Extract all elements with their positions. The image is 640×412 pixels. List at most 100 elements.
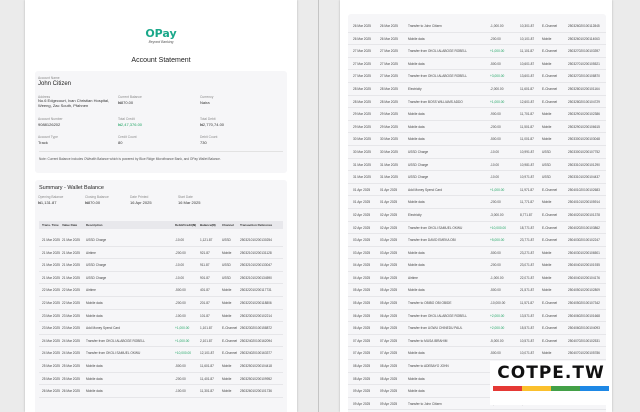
cell-amount: -200.00 (490, 124, 501, 129)
cell-balance: 11,601.87 (200, 363, 214, 368)
cell-reference: 250407020100102531 (568, 338, 600, 343)
cell-channel: E-Channel (542, 301, 558, 306)
cell-reference: 250405020100107342 (568, 301, 600, 306)
cell-trans-time: 23 Mar 2025 (42, 313, 60, 318)
cell-description: Mobile data (408, 137, 425, 142)
cell-reference: 250323020100158872 (240, 326, 272, 331)
cell-value-date: 21 Mar 2025 (62, 250, 80, 255)
cell-description: USSD Charge (408, 149, 429, 154)
cell-trans-time: 30 Mar 2025 (353, 149, 371, 154)
cell-amount: +2,000.00 (490, 313, 505, 318)
transactions-table-body-continued: 26 Mar 2025 26 Mar 2025 Transfer to John C… (348, 20, 606, 411)
cell-trans-time: 07 Apr 2025 (353, 338, 371, 343)
cell-channel: USSD (542, 162, 551, 167)
cell-value-date: 26 Mar 2025 (380, 36, 398, 41)
cell-value-date: 29 Mar 2025 (380, 124, 398, 129)
cell-amount: -500.00 (175, 288, 186, 293)
wallet-summary-card: Summary - Wallet Balance Opening Balance… (35, 180, 287, 412)
cell-value-date: 03 Apr 2025 (380, 238, 398, 243)
cell-reference: 250321010200133047 (240, 263, 272, 268)
table-row: 27 Mar 2025 27 Mar 2025 Transfer from OKOL… (348, 45, 606, 58)
table-row: 21 Mar 2025 21 Mar 2025 USSD Charge -10.00 9… (39, 272, 283, 285)
watermark-color-stripe (493, 386, 609, 391)
header-debit-credit: Debit/Credit(₦) (175, 223, 197, 227)
start-date-label: Start Date (178, 195, 193, 199)
info-divider (39, 151, 283, 152)
cell-balance: 11,571.87 (520, 301, 534, 306)
debit-count-label: Debit Count (200, 135, 218, 139)
cell-amount: +1,000.00 (175, 326, 190, 331)
cell-reference: 250403020100102247 (568, 238, 600, 243)
cell-channel: Mobile (542, 263, 552, 268)
cell-trans-time: 21 Mar 2025 (42, 250, 60, 255)
cell-channel: Mobile (222, 300, 232, 305)
cell-description: Mobile data (408, 61, 425, 66)
cell-description: Mobile data (86, 363, 103, 368)
table-row: 22 Mar 2025 22 Mar 2025 Airtime -500.00 401.… (39, 284, 283, 297)
opay-logo: OPay Beyond Banking (25, 28, 297, 45)
cell-value-date: 31 Mar 2025 (380, 162, 398, 167)
cell-reference: 250326020100112845 (568, 24, 600, 28)
cell-value-date: 29 Mar 2025 (380, 112, 398, 117)
cell-balance: 15,571.87 (520, 326, 535, 331)
cell-channel: Mobile (542, 124, 552, 129)
cell-description: Transfer from OKOLI SAMUEL OKWU (86, 351, 141, 356)
cell-channel: E-Channel (542, 187, 558, 192)
cell-value-date: 27 Mar 2025 (380, 74, 398, 79)
cell-value-date: 27 Mar 2025 (380, 61, 398, 66)
cell-trans-time: 23 Mar 2025 (42, 326, 60, 331)
account-name-value: John Citizen (38, 81, 72, 87)
table-row: 26 Mar 2025 26 Mar 2025 Transfer to John C… (348, 20, 606, 33)
cell-balance: 23,771.87 (520, 238, 535, 243)
table-row: 28 Mar 2025 28 Mar 2025 Electricity -2,000.… (348, 83, 606, 96)
cell-description: Transfer from UGWU CHINEDU PAUL (408, 326, 463, 331)
cell-reference: 250406020100101668 (568, 313, 600, 318)
cell-channel: Mobile (542, 137, 552, 142)
cell-trans-time: 21 Mar 2025 (42, 263, 60, 268)
cell-amount: +1,000.00 (490, 99, 505, 104)
cell-value-date: 04 Apr 2025 (380, 263, 398, 268)
cell-balance: 101.87 (200, 313, 210, 318)
cell-description: Mobile data (408, 200, 425, 205)
cell-balance: 12,101.87 (200, 351, 215, 356)
cell-reference: 250402010200101378 (568, 212, 600, 217)
cell-reference: 250406020100104093 (568, 326, 600, 331)
cell-description: Airtime (408, 275, 418, 280)
watermark-stripe-segment (580, 386, 609, 391)
cell-value-date: 26 Mar 2025 (62, 389, 80, 394)
cell-value-date: 28 Mar 2025 (380, 86, 398, 91)
cell-description: Mobile data (408, 389, 425, 394)
cell-description: Transfer to John Citizen (408, 401, 442, 406)
cell-balance: 11,501.87 (520, 124, 534, 129)
cell-reference: 250401010200105914 (568, 200, 600, 205)
cell-trans-time: 02 Apr 2025 (353, 212, 371, 217)
cell-channel: Mobile (542, 351, 552, 356)
cell-balance: 13,571.87 (520, 313, 535, 318)
cell-value-date: 23 Mar 2025 (62, 313, 80, 318)
document-page-1: OPay Beyond Banking Account Statement Ac… (25, 0, 297, 412)
table-row: 06 Apr 2025 06 Apr 2025 Transfer from OKOL… (348, 310, 606, 323)
cell-balance: 1,121.87 (200, 238, 213, 242)
table-row: 04 Apr 2025 04 Apr 2025 Mobile data -200.00… (348, 259, 606, 272)
table-row: 23 Mar 2025 23 Mar 2025 Mobile data -100.00… (39, 310, 283, 323)
credit-count-label: Credit Count (118, 135, 137, 139)
cell-trans-time: 09 Apr 2025 (353, 401, 371, 406)
header-transaction-reference: Transaction Reference (240, 223, 273, 227)
cell-description: Transfer to ADEBAYO JOHN (408, 364, 449, 369)
closing-balance-label: Closing Balance (85, 195, 109, 199)
cell-trans-time: 08 Apr 2025 (353, 376, 371, 381)
cell-channel: Mobile (222, 363, 232, 368)
cell-description: Transfer from OKOLI ALABOGE ROBELL (408, 74, 468, 79)
start-date-value: 16 Mar 2025 (178, 200, 201, 205)
cell-balance: 11,001.87 (520, 137, 534, 142)
table-row: 01 Apr 2025 01 Apr 2025 Add Money Spend Ca… (348, 184, 606, 197)
cell-channel: Mobile (222, 376, 232, 381)
cell-value-date: 02 Apr 2025 (380, 225, 398, 230)
cell-trans-time: 22 Mar 2025 (42, 288, 60, 293)
cell-trans-time: 04 Apr 2025 (353, 275, 371, 280)
account-number-value: 9088126202 (38, 122, 61, 127)
cell-amount: +1,000.00 (490, 49, 505, 54)
cell-balance: 21,571.87 (520, 288, 535, 293)
cell-channel: E-Channel (542, 74, 558, 79)
cell-description: USSD Charge (408, 175, 429, 180)
